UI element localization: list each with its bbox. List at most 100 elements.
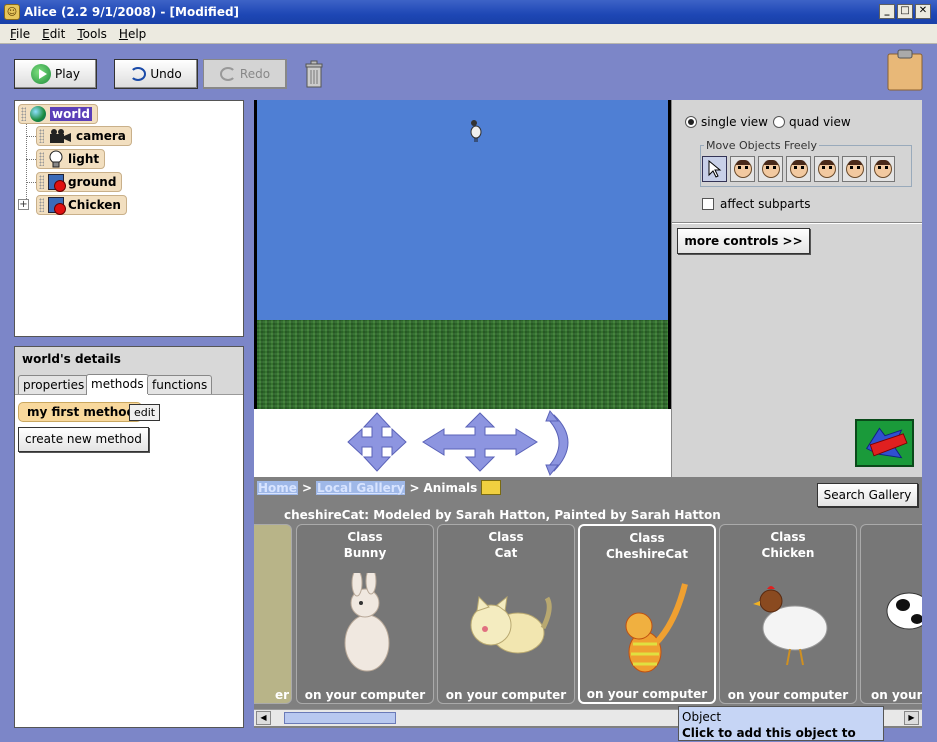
scroll-thumb[interactable] [284, 712, 396, 724]
tab-properties[interactable]: properties [18, 375, 90, 394]
turn-left-right-icon [761, 160, 780, 178]
tree-item-label: Chicken [68, 198, 121, 212]
camera-move-arrows[interactable] [347, 412, 407, 472]
undo-button[interactable]: Undo [114, 59, 198, 89]
tree-item-chicken[interactable]: Chicken [36, 195, 127, 215]
cow-thumbnail [886, 592, 922, 630]
gallery-card-cheshirecat[interactable]: Class CheshireCat on your computer [578, 524, 716, 704]
redo-button[interactable]: Redo [203, 59, 287, 89]
title-bar: ☺ Alice (2.2 9/1/2008) - [Modified] _ □ … [0, 0, 937, 24]
edit-method-button[interactable]: edit [129, 404, 161, 421]
drag-handle [21, 107, 26, 121]
camera-nav-arrows [347, 410, 569, 476]
card-class-name: Cat [494, 546, 518, 560]
world-3d-view[interactable] [254, 100, 671, 409]
minimize-button[interactable]: _ [879, 4, 895, 19]
pointer-mode-button[interactable] [702, 156, 727, 182]
copy-object-icon [873, 160, 892, 178]
bunny-thumbnail [344, 573, 390, 672]
object-tree: world camera light ground + Chicken [14, 100, 244, 337]
tooltip-title: Object [682, 710, 722, 724]
close-button[interactable]: ✕ [915, 4, 931, 19]
play-label: Play [54, 67, 81, 81]
affect-subparts-checkbox[interactable]: affect subparts [702, 197, 810, 211]
gallery-card-partial-left[interactable]: er [254, 524, 292, 704]
gallery-card-bunny[interactable]: Class Bunny on your computer [296, 524, 434, 704]
radio-dot [773, 116, 785, 128]
turn-forward-back-button[interactable] [786, 156, 811, 182]
tree-connector [26, 159, 36, 160]
drag-handle [39, 152, 44, 166]
card-footer: on your computer [304, 688, 426, 702]
cheshirecat-thumbnail [625, 583, 688, 673]
tree-connector [26, 136, 36, 137]
breadcrumb-separator: > [301, 480, 312, 495]
clipboard-icon[interactable] [887, 49, 923, 91]
trash-icon[interactable] [304, 60, 324, 88]
card-class-label: Class [488, 530, 524, 544]
folder-up-icon[interactable] [481, 480, 502, 495]
lightbulb-icon [49, 150, 63, 168]
card-class-name: CheshireCat [606, 547, 688, 561]
method-tile-my-first-method[interactable]: my first method [18, 402, 143, 422]
camera-tilt-arrow[interactable] [545, 410, 569, 476]
tree-item-label: ground [68, 175, 117, 189]
play-icon [30, 64, 51, 84]
gallery-card-partial-right[interactable]: C on your c [860, 524, 922, 704]
create-new-method-button[interactable]: create new method [18, 427, 149, 452]
details-header: world's details properties methods funct… [15, 347, 243, 395]
tab-methods[interactable]: methods [86, 374, 149, 395]
scroll-left-arrow[interactable]: ◀ [256, 711, 271, 725]
breadcrumb-local-gallery[interactable]: Local Gallery [316, 480, 406, 495]
camera-controls [254, 409, 671, 477]
maximize-button[interactable]: □ [897, 4, 913, 19]
card-class-label: C [861, 529, 922, 545]
gallery-card-cat[interactable]: Class Cat on your computer [437, 524, 575, 704]
tree-item-label: camera [76, 129, 126, 143]
move-up-down-button[interactable] [730, 156, 755, 182]
cat-thumbnail [470, 595, 552, 654]
scroll-right-arrow[interactable]: ▶ [904, 711, 919, 725]
tumble-button[interactable] [814, 156, 839, 182]
tree-item-camera[interactable]: camera [36, 126, 132, 146]
gallery-card-chicken[interactable]: Class Chicken on your computer [719, 524, 857, 704]
expand-chicken-toggle[interactable]: + [18, 199, 29, 210]
redo-icon [219, 67, 236, 81]
quad-view-radio[interactable]: quad view [773, 115, 851, 129]
done-button[interactable] [855, 419, 914, 467]
checkbox-box [702, 198, 714, 210]
resize-icon [845, 160, 864, 178]
menu-file[interactable]: File [4, 27, 36, 41]
alice-app-icon: ☺ [4, 4, 20, 20]
single-view-radio[interactable]: single view [685, 115, 768, 129]
details-panel: world's details properties methods funct… [14, 346, 244, 728]
breadcrumb-home[interactable]: Home [257, 480, 298, 495]
tree-item-ground[interactable]: ground [36, 172, 123, 192]
tab-functions[interactable]: functions [147, 375, 213, 394]
window-controls: _ □ ✕ [879, 4, 931, 19]
menu-edit[interactable]: Edit [36, 27, 71, 41]
tree-item-light[interactable]: light [36, 149, 106, 169]
card-class-label: Class [770, 530, 806, 544]
checkbox-label: affect subparts [720, 197, 811, 211]
drag-handle [39, 175, 44, 189]
toolbar: Play Undo Redo [0, 45, 937, 98]
copy-object-button[interactable] [870, 156, 895, 182]
undo-label: Undo [150, 67, 182, 81]
more-controls-button[interactable]: more controls >> [677, 228, 810, 254]
tree-connector [26, 182, 36, 183]
card-footer: on your computer [586, 687, 708, 701]
gallery-breadcrumb: Home > Local Gallery > Animals [257, 480, 502, 495]
turn-left-right-button[interactable] [758, 156, 783, 182]
tree-item-label: light [68, 152, 100, 166]
play-button[interactable]: Play [14, 59, 97, 89]
camera-turn-arrows[interactable] [422, 412, 538, 472]
search-gallery-button[interactable]: Search Gallery [817, 483, 918, 507]
chicken-in-world[interactable] [469, 116, 483, 142]
resize-button[interactable] [842, 156, 867, 182]
chicken-thumbnail [753, 586, 828, 666]
tree-item-world[interactable]: world [18, 104, 98, 124]
menu-help[interactable]: Help [113, 27, 152, 41]
menu-tools[interactable]: Tools [71, 27, 113, 41]
ground-plane [257, 320, 668, 409]
